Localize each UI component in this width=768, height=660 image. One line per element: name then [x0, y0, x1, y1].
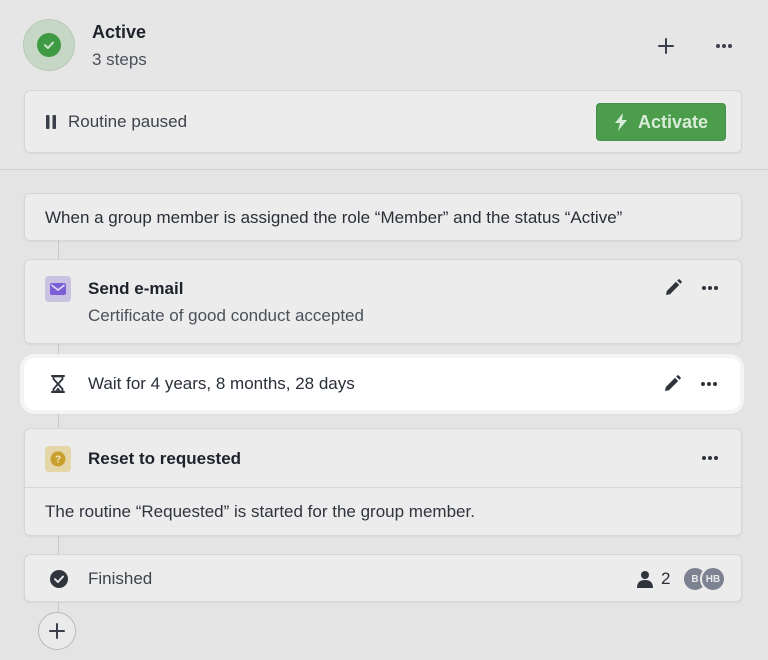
- step-title: Reset to requested: [88, 449, 242, 468]
- step-reset-to-requested[interactable]: ? Reset to requested The routine “Reques…: [24, 428, 742, 536]
- ellipsis-icon: [702, 286, 718, 290]
- routine-header: Active 3 steps Routine paused Activate: [0, 0, 768, 170]
- more-options-button[interactable]: [712, 34, 736, 58]
- member-count: 2: [661, 569, 671, 588]
- ellipsis-icon: [716, 44, 732, 48]
- ellipsis-icon: [701, 382, 717, 386]
- check-icon: [37, 33, 61, 57]
- edit-step-button[interactable]: [660, 372, 684, 396]
- connector-line: [58, 602, 59, 612]
- step-subtitle: Certificate of good conduct accepted: [88, 306, 364, 325]
- edit-step-button[interactable]: [661, 276, 685, 300]
- svg-text:?: ?: [55, 455, 61, 466]
- step-more-button[interactable]: [698, 276, 722, 300]
- connector-line: [58, 241, 59, 259]
- question-icon: ?: [45, 446, 71, 472]
- check-circle-icon: [47, 567, 71, 591]
- pencil-icon: [666, 279, 682, 295]
- step-more-button[interactable]: [697, 372, 721, 396]
- activate-button[interactable]: Activate: [596, 103, 726, 141]
- status-indicator: [23, 19, 75, 71]
- connector-line: [58, 344, 59, 358]
- pencil-icon: [665, 375, 681, 391]
- activate-label: Activate: [637, 111, 709, 132]
- step-wait[interactable]: Wait for 4 years, 8 months, 28 days: [24, 358, 740, 410]
- finished-card[interactable]: Finished 2 B HB: [24, 554, 742, 602]
- plus-icon: [658, 38, 674, 54]
- pause-icon: [46, 115, 56, 129]
- routine-status-title: Active: [92, 22, 147, 42]
- divider: [25, 487, 741, 488]
- routine-paused-banner: Routine paused Activate: [24, 90, 742, 153]
- mail-icon: [45, 276, 71, 302]
- step-send-email[interactable]: Send e-mail Certificate of good conduct …: [24, 259, 742, 344]
- plus-icon: [49, 623, 65, 639]
- ellipsis-icon: [702, 456, 718, 460]
- hourglass-icon: [46, 372, 70, 396]
- step-title: Send e-mail: [88, 279, 184, 298]
- connector-line: [58, 536, 59, 554]
- connector-line: [58, 410, 59, 428]
- routine-steps-count: 3 steps: [92, 50, 147, 69]
- add-button[interactable]: [654, 34, 678, 58]
- add-step-button[interactable]: [38, 612, 76, 650]
- routine-paused-label: Routine paused: [68, 112, 188, 131]
- person-icon: [633, 567, 657, 591]
- step-description: The routine “Requested” is started for t…: [45, 502, 475, 521]
- finished-label: Finished: [88, 569, 153, 588]
- step-more-button[interactable]: [698, 446, 722, 470]
- trigger-text: When a group member is assigned the role…: [45, 208, 623, 227]
- wait-duration: Wait for 4 years, 8 months, 28 days: [88, 374, 355, 393]
- lightning-icon: [614, 113, 627, 131]
- avatar[interactable]: HB: [700, 566, 726, 592]
- trigger-card[interactable]: When a group member is assigned the role…: [24, 193, 742, 241]
